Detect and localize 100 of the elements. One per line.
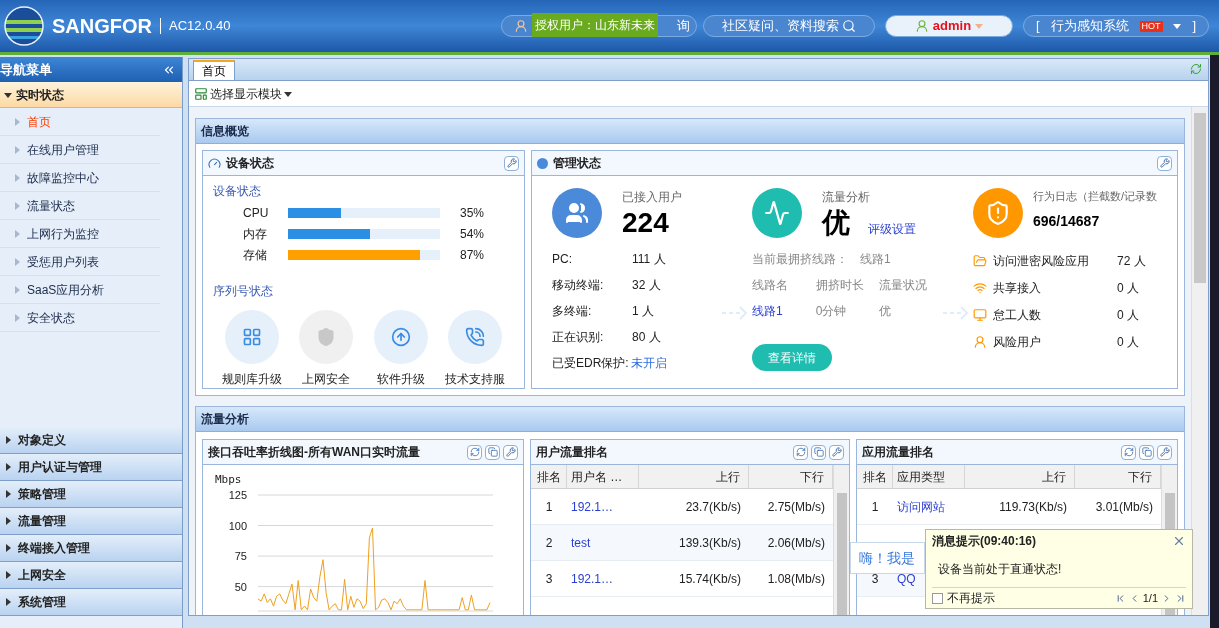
settings-button[interactable] [1157,444,1172,460]
table-cell-text: 3.01(Mb/s) [1094,498,1154,516]
menu-group[interactable]: 策略管理 [0,481,182,508]
menu-group[interactable]: 实时状态 [0,82,182,108]
stat-value: 696/14687 [1033,211,1101,231]
scrollbar[interactable] [833,465,849,615]
grade-settings-link[interactable]: 评级设置 [868,220,916,238]
refresh-button[interactable] [1121,444,1136,460]
sidebar-item[interactable]: 故障监控中心 [0,164,160,192]
checkbox[interactable] [932,592,943,604]
name-link[interactable]: 访问网站 [893,489,965,524]
name-link[interactable]: 192.1… [567,489,639,524]
refresh-icon[interactable] [1190,63,1202,75]
page-scrollbar[interactable] [1191,107,1208,615]
line-link[interactable]: 线路1 [752,302,816,320]
caret-icon [13,201,21,210]
settings-button[interactable] [504,155,519,171]
status-label: 技术支持服 [444,371,505,388]
caret-icon [13,145,21,154]
popup-message: 设备当前处于直通状态! [938,561,1063,578]
menu-group[interactable]: 用户认证与管理 [0,454,182,481]
refresh-button[interactable] [793,444,808,460]
caret-icon [13,117,21,126]
status-label: 上网安全 [302,371,351,388]
module-select-button[interactable]: 选择显示模块 [194,84,292,103]
row-value: 72 人 [1117,253,1146,270]
panel-title: 用户流量排名 [536,444,608,461]
settings-button[interactable] [503,444,518,460]
row-label: PC: [552,251,573,268]
sidebar-item[interactable]: SaaS应用分析 [0,276,160,304]
name-link[interactable]: 192.1… [567,561,639,596]
wifi-icon [973,281,987,295]
column-header[interactable]: 上行 [965,465,1075,488]
sidebar-item[interactable]: 上网行为监控 [0,220,160,248]
caret-icon [284,89,292,98]
last-page-icon[interactable] [1175,592,1186,604]
panel-title: 管理状态 [553,155,601,172]
table-cell-text: 2.06(Mb/s) [766,534,826,552]
consult-label[interactable]: 询 [677,16,690,36]
close-icon[interactable] [1172,534,1186,548]
restore-button[interactable] [811,444,826,460]
search-icon[interactable] [842,19,856,33]
user-menu[interactable]: admin [885,15,1013,37]
system-menu[interactable]: [ 行为感知系统 HOT ] [1023,15,1209,37]
row-value: 111 人 [632,251,666,268]
sidebar-item[interactable]: 在线用户管理 [0,136,160,164]
table-cell-text: 1 [544,498,554,516]
settings-button[interactable] [1157,155,1172,171]
caret-icon [4,463,12,471]
column-header[interactable]: 排名 [857,465,893,488]
bracket: [ [1036,17,1040,36]
line-value: 优 [879,303,893,320]
user-icon [914,19,929,33]
column-header[interactable]: 上行 [639,465,749,488]
phone-icon [464,327,485,347]
consult-pill[interactable]: 授权用户：山东新未来 询 [501,15,697,37]
column-header[interactable]: 排名 [531,465,567,488]
tab[interactable]: 首页 [193,60,235,80]
menu-group[interactable]: 对象定义 [0,427,182,454]
caret-icon [4,598,12,606]
row-label: 风险用户 [993,334,1042,351]
edr-link[interactable]: 未开启 [630,354,667,372]
table-cell-text: 2.75(Mb/s) [766,498,826,516]
chat-bubble[interactable]: 嗨！我是 [850,542,925,574]
row-label: 移动终端: [552,277,605,294]
subsection-title: 设备状态 [213,183,262,200]
refresh-button[interactable] [467,444,482,460]
menu-group[interactable]: 流量管理 [0,508,182,535]
caret-icon [13,229,21,238]
table-cell-text: 3 [544,570,554,588]
sidebar-item[interactable]: 受惩用户列表 [0,248,160,276]
caret-icon [13,257,21,266]
caret-icon [13,173,21,182]
shield-icon [316,327,337,347]
chevron-icon [722,306,748,320]
sidebar-item[interactable]: 流量状态 [0,192,160,220]
search-field[interactable]: 社区疑问、资料搜索 [703,15,875,37]
column-header[interactable]: 应用类型 [893,465,965,488]
restore-button[interactable] [1139,444,1154,460]
menu-group[interactable]: 系统管理 [0,589,182,616]
menu-group[interactable]: 终端接入管理 [0,535,182,562]
table-cell-text: 23.7(Kb/s) [684,498,742,516]
log-badge [973,188,1023,238]
tick-label: 75 [234,550,247,563]
meter-reading: 35% [460,205,485,222]
restore-button[interactable] [485,444,500,460]
bracket: ] [1192,17,1196,36]
table-cell-text: 1.08(Mb/s) [766,570,826,588]
brand-name: SANGFOR [52,14,152,39]
menu-group[interactable]: 上网安全 [0,562,182,589]
row-value: 0 人 [1117,280,1139,297]
name-link[interactable]: test [567,525,639,560]
table-cell-text: 119.73(Kb/s) [998,498,1068,516]
settings-button[interactable] [829,444,844,460]
panel-title: 应用流量排名 [862,444,934,461]
table-cell-text: 1 [870,498,880,516]
column-header[interactable]: 用户名 … [567,465,639,488]
status-label: 规则库升级 [222,371,283,388]
sidebar-item[interactable]: 安全状态 [0,304,160,332]
version-label: AC12.0.40 [169,17,231,36]
